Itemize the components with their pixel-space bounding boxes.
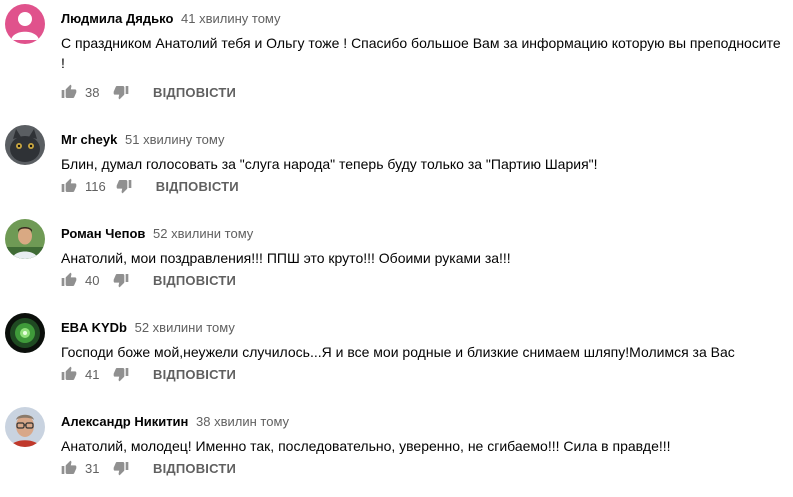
avatar[interactable] <box>5 313 45 353</box>
reply-button[interactable]: ВІДПОВІСТИ <box>153 461 236 476</box>
comment-thread: Mr cheyk 51 хвилину тому Блин, думал гол… <box>0 121 793 215</box>
thumbs-down-icon[interactable] <box>113 272 129 288</box>
thumbs-down-icon[interactable] <box>113 84 129 100</box>
comment-thread: Александр Никитин 38 хвилин тому Анатоли… <box>0 403 793 497</box>
comment-thread: Людмила Дядько 41 хвилину тому С праздни… <box>0 0 793 100</box>
thumbs-down-icon[interactable] <box>113 366 129 382</box>
comment-action-bar: 41 ВІДПОВІСТИ <box>61 364 236 384</box>
like-count: 41 <box>85 366 100 382</box>
avatar[interactable] <box>5 125 45 165</box>
thumbs-down-icon[interactable] <box>116 178 132 194</box>
comment-header: Mr cheyk 51 хвилину тому <box>61 131 225 149</box>
author-name[interactable]: Александр Никитин <box>61 414 188 429</box>
avatar[interactable] <box>5 219 45 259</box>
comment-text: Анатолий, мои поздравления!!! ППШ это кр… <box>61 250 511 266</box>
published-time[interactable]: 38 хвилин тому <box>196 414 289 429</box>
reply-button[interactable]: ВІДПОВІСТИ <box>153 367 236 382</box>
author-name[interactable]: EBA KYDb <box>61 320 127 335</box>
thumbs-up-icon[interactable] <box>61 84 77 100</box>
author-name[interactable]: Людмила Дядько <box>61 11 173 26</box>
comment-text: Блин, думал голосовать за "слуга народа"… <box>61 156 598 172</box>
thumbs-down-icon[interactable] <box>113 460 129 476</box>
comment-action-bar: 38 ВІДПОВІСТИ <box>61 82 236 102</box>
like-count: 116 <box>85 178 106 194</box>
thumbs-up-icon[interactable] <box>61 366 77 382</box>
comment-action-bar: 40 ВІДПОВІСТИ <box>61 270 236 290</box>
reply-button[interactable]: ВІДПОВІСТИ <box>153 273 236 288</box>
like-count: 31 <box>85 460 100 476</box>
comment-header: Людмила Дядько 41 хвилину тому <box>61 10 281 28</box>
reply-button[interactable]: ВІДПОВІСТИ <box>156 179 239 194</box>
comment-header: EBA KYDb 52 хвилини тому <box>61 319 235 337</box>
comment-action-bar: 116 ВІДПОВІСТИ <box>61 176 239 196</box>
published-time[interactable]: 41 хвилину тому <box>181 11 281 26</box>
thumbs-up-icon[interactable] <box>61 460 77 476</box>
author-name[interactable]: Роман Чепов <box>61 226 145 241</box>
comment-text: Анатолий, молодец! Именно так, последова… <box>61 438 671 454</box>
comment-header: Роман Чепов 52 хвилини тому <box>61 225 253 243</box>
like-count: 38 <box>85 84 100 100</box>
reply-button[interactable]: ВІДПОВІСТИ <box>153 85 236 100</box>
published-time[interactable]: 52 хвилини тому <box>153 226 253 241</box>
published-time[interactable]: 52 хвилини тому <box>135 320 235 335</box>
published-time[interactable]: 51 хвилину тому <box>125 132 225 147</box>
comment-text: Господи боже мой,неужели случилось...Я и… <box>61 344 735 360</box>
author-name[interactable]: Mr cheyk <box>61 132 117 147</box>
avatar[interactable] <box>5 4 45 44</box>
comment-thread: Роман Чепов 52 хвилини тому Анатолий, мо… <box>0 215 793 309</box>
like-count: 40 <box>85 272 100 288</box>
avatar[interactable] <box>5 407 45 447</box>
comment-thread: EBA KYDb 52 хвилини тому Господи боже мо… <box>0 309 793 403</box>
comment-text: С праздником Анатолий тебя и Ольгу тоже … <box>61 35 781 71</box>
thumbs-up-icon[interactable] <box>61 178 77 194</box>
comment-action-bar: 31 ВІДПОВІСТИ <box>61 458 236 478</box>
comment-header: Александр Никитин 38 хвилин тому <box>61 413 289 431</box>
comments-list: Людмила Дядько 41 хвилину тому С праздни… <box>0 0 793 480</box>
thumbs-up-icon[interactable] <box>61 272 77 288</box>
